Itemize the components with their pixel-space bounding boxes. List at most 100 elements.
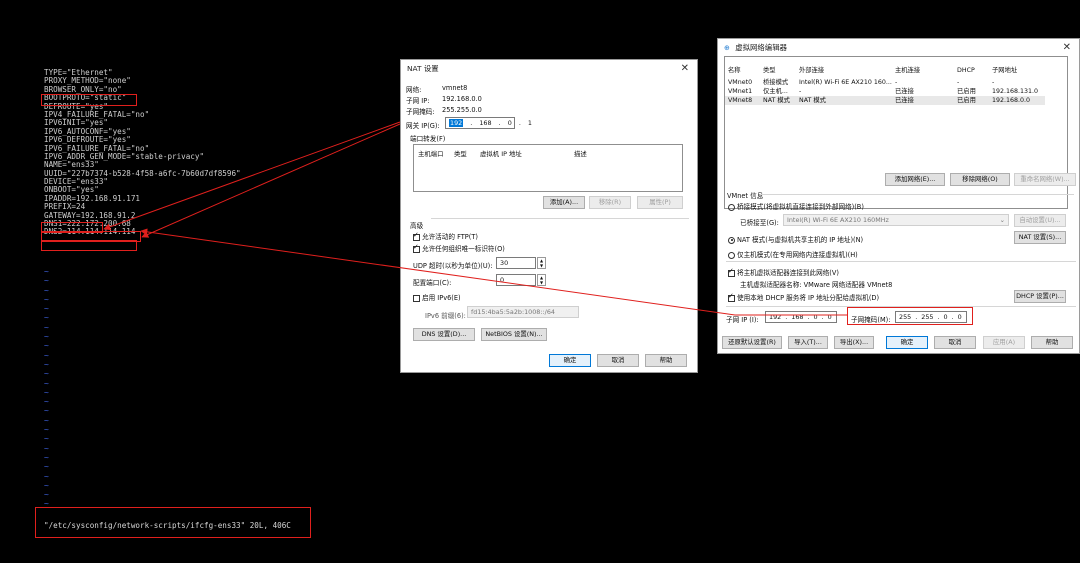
col-name: 名称 (728, 67, 741, 74)
subnet-ip-octet-1: 192 (769, 313, 782, 321)
add-port-button[interactable]: 添加(A)... (543, 196, 585, 209)
col-type: 类型 (763, 67, 776, 74)
rename-network-button[interactable]: 重命名网络(W)... (1014, 173, 1076, 186)
config-port-input[interactable]: 0 (496, 274, 536, 286)
col-dhcp: DHCP (957, 67, 975, 74)
vim-tilde: ~ (44, 267, 49, 276)
terminal-window[interactable]: TYPE="Ethernet" PROXY_METHOD="none" BROWSE… (0, 0, 390, 563)
vim-tilde: ~ (44, 350, 49, 360)
table-cell: Intel(R) Wi-Fi 6E AX210 160... (799, 79, 892, 86)
nat-help-button[interactable]: 帮助 (645, 354, 687, 367)
highlight-dns1 (41, 240, 137, 251)
table-cell: VMnet1 (728, 88, 753, 95)
allow-ftp-checkbox[interactable]: 允许活动的 FTP(T) (413, 231, 478, 241)
auto-settings-button[interactable]: 自动设置(U)... (1014, 214, 1066, 227)
remove-port-button[interactable]: 移除(R) (589, 196, 631, 209)
subnet-ip-label: 子网 IP: (406, 97, 430, 105)
vim-tilde: ~ (44, 406, 49, 416)
use-dhcp-checkbox[interactable]: 使用本地 DHCP 服务将 IP 地址分配给虚拟机(D) (728, 292, 879, 302)
port-forward-table[interactable]: 主机端口 类型 虚拟机 IP 地址 描述 (413, 144, 683, 192)
col-description: 描述 (574, 150, 587, 158)
vne-titlebar: ⊕ 虚拟网络编辑器 ✕ (718, 39, 1079, 56)
gateway-octet-2: 168 (479, 119, 492, 127)
vim-tilde: ~ (44, 285, 49, 295)
udp-timeout-input[interactable]: 30 (496, 257, 536, 269)
vne-ok-button[interactable]: 确定 (886, 336, 928, 349)
table-cell: 已启用 (957, 97, 976, 104)
bridged-radio[interactable]: 桥接模式(将虚拟机直接连接到外部网络)(B) (728, 201, 864, 211)
enable-ipv6-label: 启用 IPv6(E) (422, 294, 461, 302)
chevron-down-icon: ⌄ (999, 216, 1005, 224)
table-cell: VMnet0 (728, 79, 753, 86)
vne-apply-button[interactable]: 应用(A) (983, 336, 1025, 349)
table-row[interactable]: VMnet8 NAT 模式 NAT 模式 已连接 已启用 192.168.0.0 (725, 96, 1045, 105)
vim-tilde: ~ (44, 322, 49, 332)
bridged-to-label: 已桥接至(G): (740, 219, 779, 227)
table-row[interactable]: VMnet1 仅主机... - 已连接 已启用 192.168.131.0 (725, 87, 1045, 96)
gateway-ip-field[interactable]: 192 . 168 . 0 . 1 (445, 117, 532, 129)
mode-separator (726, 261, 1076, 262)
highlight-status-line (35, 507, 311, 538)
ipv6-prefix-label: IPv6 前缀(6): (425, 312, 466, 320)
import-button[interactable]: 导入(T)... (788, 336, 828, 349)
table-cell: 192.168.0.0 (992, 97, 1031, 104)
use-dhcp-label: 使用本地 DHCP 服务将 IP 地址分配给虚拟机(D) (737, 294, 880, 302)
dhcp-settings-button[interactable]: DHCP 设置(P)... (1014, 290, 1066, 303)
close-icon[interactable]: ✕ (681, 60, 689, 78)
vmnet-table[interactable]: 名称 类型 外部连接 主机连接 DHCP 子网地址 VMnet0 桥接模式 Inte… (724, 56, 1068, 209)
vim-tilde: ~ (44, 443, 49, 453)
vim-tilde: ~ (44, 397, 49, 407)
vim-tilde: ~ (44, 332, 49, 342)
bridged-to-select[interactable]: Intel(R) Wi-Fi 6E AX210 160MHz ⌄ (783, 214, 1009, 226)
highlight-bootproto (41, 94, 137, 106)
connect-host-adapter-label: 将主机虚拟适配器连接到此网络(V) (737, 269, 839, 277)
nat-ok-button[interactable]: 确定 (549, 354, 591, 367)
nat-dialog-title: NAT 设置 (407, 64, 439, 73)
vne-help-button[interactable]: 帮助 (1031, 336, 1073, 349)
vne-subnet-ip-field[interactable]: 192. 168. 0. 0 (765, 311, 837, 323)
bridged-label: 桥接模式(将虚拟机直接连接到外部网络)(B) (737, 203, 864, 211)
port-forward-label: 端口转发(F) (410, 135, 446, 143)
vmnet-table-header: 名称 类型 外部连接 主机连接 DHCP 子网地址 (725, 66, 1045, 75)
checkbox-unchecked-icon (413, 294, 420, 302)
hostonly-radio[interactable]: 仅主机模式(在专用网络内连接虚拟机)(H) (728, 249, 858, 259)
table-cell: 192.168.131.0 (992, 88, 1039, 95)
radio-selected-icon (728, 236, 735, 244)
col-host: 主机连接 (895, 67, 921, 74)
vne-title: 虚拟网络编辑器 (735, 43, 787, 52)
subnet-ip-octet-2: 168 (791, 313, 804, 321)
close-icon[interactable]: ✕ (1063, 39, 1071, 56)
gateway-octet-3: 0 (507, 119, 512, 127)
checkbox-checked-icon (728, 267, 735, 277)
nat-cancel-button[interactable]: 取消 (597, 354, 639, 367)
subnet-ip-octet-3: 0 (813, 313, 818, 321)
enable-ipv6-checkbox[interactable]: 启用 IPv6(E) (413, 292, 461, 302)
table-row[interactable]: VMnet0 桥接模式 Intel(R) Wi-Fi 6E AX210 160...… (725, 78, 1045, 87)
vim-tilde: ~ (44, 490, 49, 500)
nat-settings-dialog: NAT 设置 ✕ 网络: vmnet8 子网 IP: 192.168.0.0 子… (400, 59, 698, 373)
dns-settings-button[interactable]: DNS 设置(D)... (413, 328, 475, 341)
connect-host-adapter-checkbox[interactable]: 将主机虚拟适配器连接到此网络(V) (728, 267, 839, 277)
add-network-button[interactable]: 添加网络(E)... (885, 173, 945, 186)
restore-defaults-button[interactable]: 还原默认设置(R) (722, 336, 782, 349)
ipv6-prefix-input[interactable]: fd15:4ba5:5a2b:1008::/64 (467, 306, 579, 318)
export-button[interactable]: 导出(X)... (834, 336, 874, 349)
advanced-label: 高级 (410, 222, 424, 230)
vim-tilde: ~ (44, 480, 49, 490)
allow-oui-checkbox[interactable]: 允许任何组织唯一标识符(O) (413, 243, 505, 253)
netbios-settings-button[interactable]: NetBIOS 设置(N)... (481, 328, 547, 341)
nat-label: NAT 模式(与虚拟机共享主机的 IP 地址)(N) (737, 236, 864, 244)
table-cell: - (992, 79, 995, 86)
vmnet-info-label: VMnet 信息 (727, 192, 764, 200)
config-port-spinner[interactable]: ▲ ▼ (537, 274, 546, 286)
vne-cancel-button[interactable]: 取消 (934, 336, 976, 349)
table-cell: - (799, 88, 802, 95)
nat-radio[interactable]: NAT 模式(与虚拟机共享主机的 IP 地址)(N) (728, 234, 863, 244)
udp-timeout-spinner[interactable]: ▲ ▼ (537, 257, 546, 269)
network-label: 网络: (406, 86, 422, 94)
radio-unselected-icon (728, 203, 735, 211)
nat-settings-button[interactable]: NAT 设置(S)... (1014, 231, 1066, 244)
remove-network-button[interactable]: 移除网络(O) (950, 173, 1010, 186)
port-properties-button[interactable]: 属性(P) (637, 196, 683, 209)
virtual-network-editor: ⊕ 虚拟网络编辑器 ✕ 名称 类型 外部连接 主机连接 DHCP 子网地址 VM… (717, 38, 1080, 354)
